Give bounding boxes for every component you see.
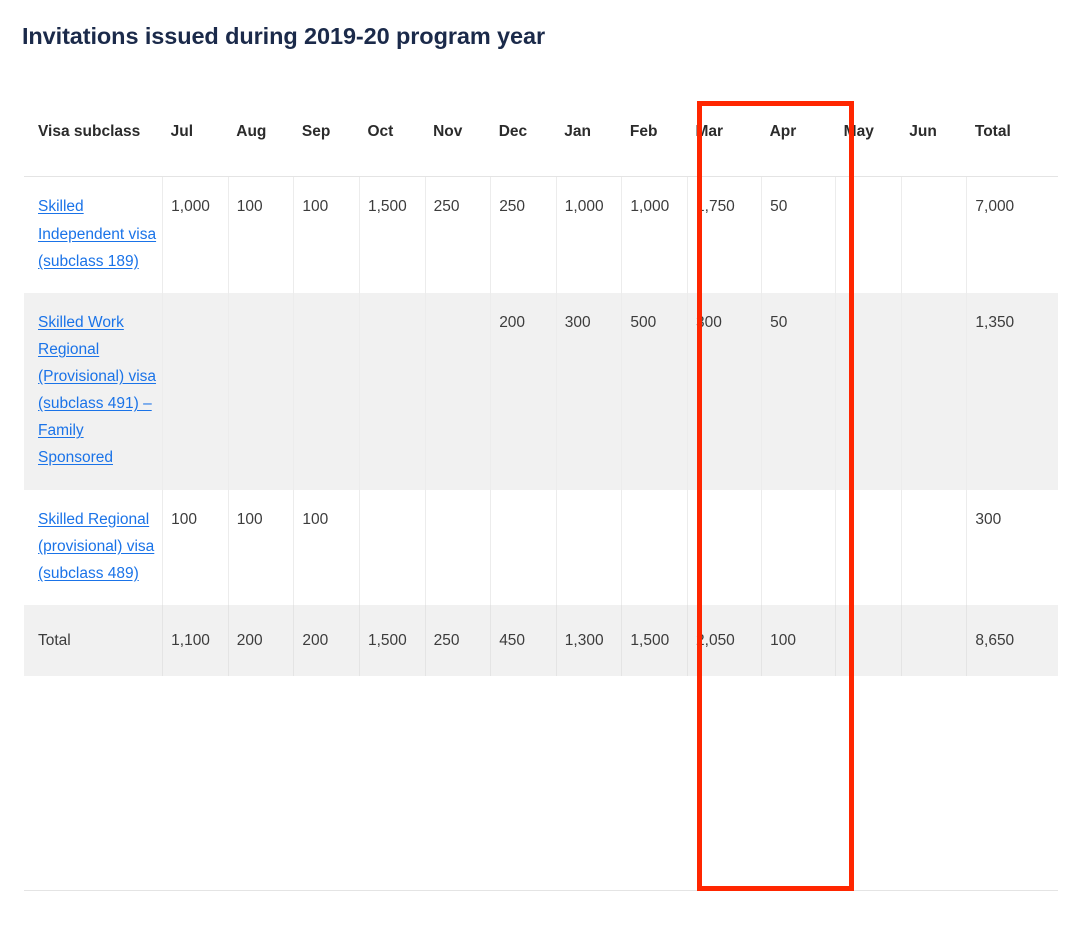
cell-mar [687, 489, 763, 605]
column-header-jan: Jan [556, 99, 622, 178]
cell-sep: 100 [293, 176, 360, 293]
visa-subclass-link[interactable]: Skilled Work Regional (Provisional) visa… [38, 314, 156, 467]
cell-nov [425, 489, 492, 605]
table-body: Skilled Independent visa (subclass 189) … [24, 176, 1058, 676]
invitations-table: Visa subclass Jul Aug Sep Oct Nov Dec Ja… [24, 99, 1058, 676]
cell-may [835, 292, 902, 490]
column-header-feb: Feb [621, 99, 688, 178]
cell-feb: 1,000 [621, 176, 689, 293]
total-cell-nov: 250 [425, 604, 492, 676]
cell-jul: 1,000 [162, 176, 229, 293]
cell-may [835, 176, 902, 293]
cell-jun [901, 292, 968, 490]
total-cell-oct: 1,500 [359, 604, 426, 676]
column-header-aug: Aug [228, 99, 294, 178]
cell-oct: 1,500 [359, 176, 426, 293]
table-header-row: Visa subclass Jul Aug Sep Oct Nov Dec Ja… [24, 99, 1058, 178]
cell-total: 1,350 [966, 292, 1058, 490]
cell-jul: 100 [162, 489, 229, 605]
cell-nov: 250 [425, 176, 492, 293]
cell-jan [556, 489, 623, 605]
table-total-row: Total 1,100 200 200 1,500 250 450 1,300 … [24, 604, 1058, 676]
cell-total: 300 [966, 489, 1058, 605]
document-page: Invitations issued during 2019-20 progra… [0, 0, 1080, 927]
row-label-cell: Skilled Regional (provisional) visa (sub… [24, 489, 164, 605]
total-cell-apr: 100 [761, 604, 837, 676]
visa-subclass-link[interactable]: Skilled Independent visa (subclass 189) [38, 198, 156, 269]
total-cell-aug: 200 [228, 604, 295, 676]
cell-dec [490, 489, 557, 605]
column-header-jun: Jun [901, 99, 967, 178]
cell-mar: 1,750 [687, 176, 763, 293]
table-row: Skilled Work Regional (Provisional) visa… [24, 292, 1058, 490]
cell-oct [359, 292, 426, 490]
cell-jan: 300 [556, 292, 623, 490]
table-row: Skilled Regional (provisional) visa (sub… [24, 489, 1058, 605]
visa-subclass-link[interactable]: Skilled Regional (provisional) visa (sub… [38, 511, 154, 582]
cell-aug [228, 292, 295, 490]
table-header: Visa subclass Jul Aug Sep Oct Nov Dec Ja… [24, 99, 1058, 178]
column-header-may: May [835, 99, 902, 178]
table-row: Skilled Independent visa (subclass 189) … [24, 176, 1058, 293]
cell-oct [359, 489, 426, 605]
cell-dec: 250 [490, 176, 557, 293]
column-header-nov: Nov [425, 99, 491, 178]
cell-nov [425, 292, 492, 490]
total-cell-feb: 1,500 [621, 604, 689, 676]
column-header-oct: Oct [359, 99, 426, 178]
cell-jan: 1,000 [556, 176, 623, 293]
total-cell-jul: 1,100 [162, 604, 229, 676]
cell-mar: 300 [687, 292, 763, 490]
cell-jun [901, 176, 968, 293]
row-label-cell: Skilled Independent visa (subclass 189) [24, 176, 164, 293]
column-header-apr: Apr [761, 99, 836, 178]
total-cell-mar: 2,050 [687, 604, 763, 676]
column-header-dec: Dec [490, 99, 557, 178]
total-row-label: Total [24, 604, 164, 676]
cell-jul [162, 292, 229, 490]
total-cell-sep: 200 [293, 604, 360, 676]
column-header-total: Total [966, 99, 1058, 178]
total-cell-dec: 450 [490, 604, 557, 676]
cell-feb: 500 [621, 292, 689, 490]
column-header-mar: Mar [687, 99, 762, 178]
total-cell-may [835, 604, 902, 676]
cell-sep: 100 [293, 489, 360, 605]
cell-feb [621, 489, 689, 605]
cell-aug: 100 [228, 176, 295, 293]
cell-apr [761, 489, 837, 605]
invitations-table-container: Visa subclass Jul Aug Sep Oct Nov Dec Ja… [24, 99, 1058, 676]
column-header-jul: Jul [162, 99, 229, 178]
cell-may [835, 489, 902, 605]
total-cell-jun [901, 604, 968, 676]
cell-dec: 200 [490, 292, 557, 490]
cell-apr: 50 [761, 176, 837, 293]
total-cell-total: 8,650 [966, 604, 1058, 676]
table-bottom-divider [24, 890, 1058, 891]
cell-sep [293, 292, 360, 490]
cell-aug: 100 [228, 489, 295, 605]
row-label-cell: Skilled Work Regional (Provisional) visa… [24, 292, 164, 490]
page-title: Invitations issued during 2019-20 progra… [22, 23, 546, 49]
column-header-sep: Sep [293, 99, 360, 178]
total-cell-jan: 1,300 [556, 604, 623, 676]
column-header-visa-subclass: Visa subclass [24, 99, 163, 178]
cell-apr: 50 [761, 292, 837, 490]
cell-jun [901, 489, 968, 605]
cell-total: 7,000 [966, 176, 1058, 293]
